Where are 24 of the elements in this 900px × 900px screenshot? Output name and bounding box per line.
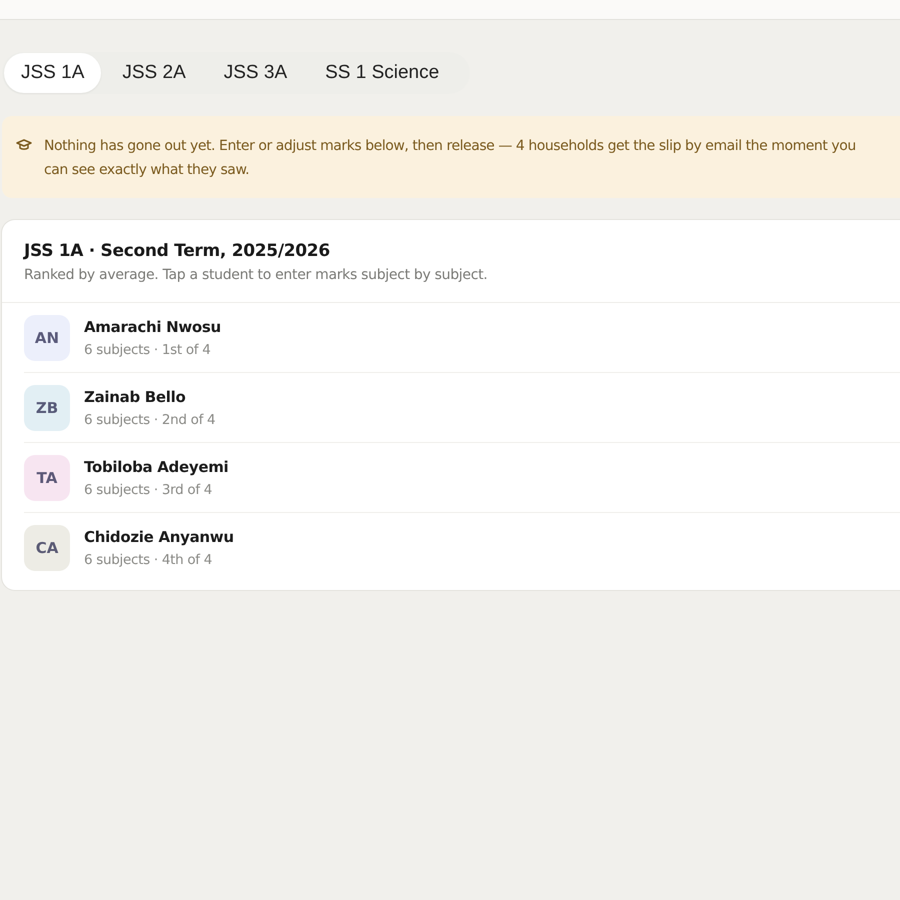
graduation-cap-icon — [16, 137, 32, 153]
student-row[interactable]: CA Chidozie Anyanwu 6 subjects · 4th of 4 — [24, 512, 900, 582]
student-name: Amarachi Nwosu — [84, 318, 221, 336]
student-detail: 6 subjects · 3rd of 4 — [84, 482, 214, 498]
student-detail: 6 subjects · 1st of 4 — [84, 342, 212, 358]
class-tab[interactable]: SS 1 Science — [308, 53, 456, 93]
initials-avatar: AN — [24, 315, 70, 361]
class-tab[interactable]: JSS 1A — [4, 53, 102, 93]
student-name: Chidozie Anyanwu — [84, 528, 234, 546]
student-row[interactable]: ZB Zainab Bello 6 subjects · 2nd of 4 — [24, 372, 900, 442]
class-tab[interactable]: JSS 2A — [105, 53, 203, 93]
card-title: JSS 1A · Second Term, 2025/2026 — [24, 241, 331, 261]
initials-avatar: ZB — [24, 385, 70, 431]
student-row[interactable]: TA Tobiloba Adeyemi 6 subjects · 3rd of 4 — [24, 442, 900, 512]
student-name: Tobiloba Adeyemi — [84, 458, 228, 476]
notice-text: Nothing has gone out yet. Enter or adjust marks below, then release — 4 households get the slip by email the moment you can see exactly what they saw. — [44, 137, 856, 180]
class-tab[interactable]: JSS 3A — [206, 53, 304, 93]
initials-avatar: CA — [24, 525, 70, 571]
student-detail: 6 subjects · 2nd of 4 — [84, 412, 216, 428]
initials-avatar: TA — [24, 455, 70, 501]
student-row[interactable]: AN Amarachi Nwosu 6 subjects · 1st of 4 — [24, 303, 900, 372]
student-detail: 6 subjects · 4th of 4 — [84, 552, 214, 568]
card-subtitle: Ranked by average. Tap a student to enter marks subject by subject. — [24, 267, 488, 283]
student-name: Zainab Bello — [84, 388, 186, 406]
